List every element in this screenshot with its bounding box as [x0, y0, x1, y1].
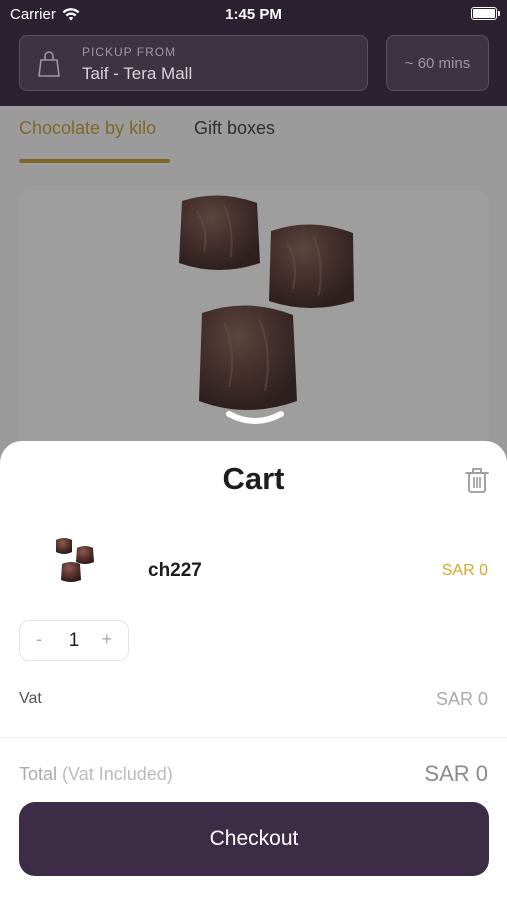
checkout-button[interactable]: Checkout [19, 802, 489, 876]
shopping-bag-icon [38, 51, 60, 77]
battery-icon [471, 7, 500, 20]
total-note: (Vat Included) [62, 764, 173, 784]
total-value: SAR 0 [424, 761, 488, 786]
vat-value: SAR 0 [435, 689, 488, 709]
cart-sheet: Cart ch227 SAR 0 - 1 + Vat SAR 0 Total (… [0, 441, 507, 900]
total-label: Total [19, 764, 63, 784]
increase-quantity-button[interactable]: + [101, 629, 112, 650]
trash-icon[interactable] [462, 465, 492, 495]
item-price: SAR 0 [441, 562, 488, 579]
item-thumbnail [56, 538, 94, 582]
item-name: ch227 [148, 560, 202, 581]
quantity-stepper: - 1 + [19, 620, 129, 661]
pickup-location-selector[interactable]: PICKUP FROM Taif - Tera Mall [19, 35, 368, 91]
pickup-label: PICKUP FROM [82, 45, 177, 59]
clock: 1:45 PM [225, 6, 282, 23]
total-label-group: Total (Vat Included) [19, 764, 173, 785]
eta-badge[interactable]: ~ 60 mins [386, 35, 489, 91]
status-bar: Carrier 1:45 PM [0, 0, 507, 28]
pickup-location: Taif - Tera Mall [82, 64, 193, 83]
top-header: Carrier 1:45 PM PICKUP FROM Taif - Tera … [0, 0, 507, 106]
cart-title: Cart [222, 461, 285, 496]
divider [0, 737, 507, 738]
chevron-down-icon[interactable] [226, 410, 284, 428]
vat-label: Vat [19, 690, 42, 707]
